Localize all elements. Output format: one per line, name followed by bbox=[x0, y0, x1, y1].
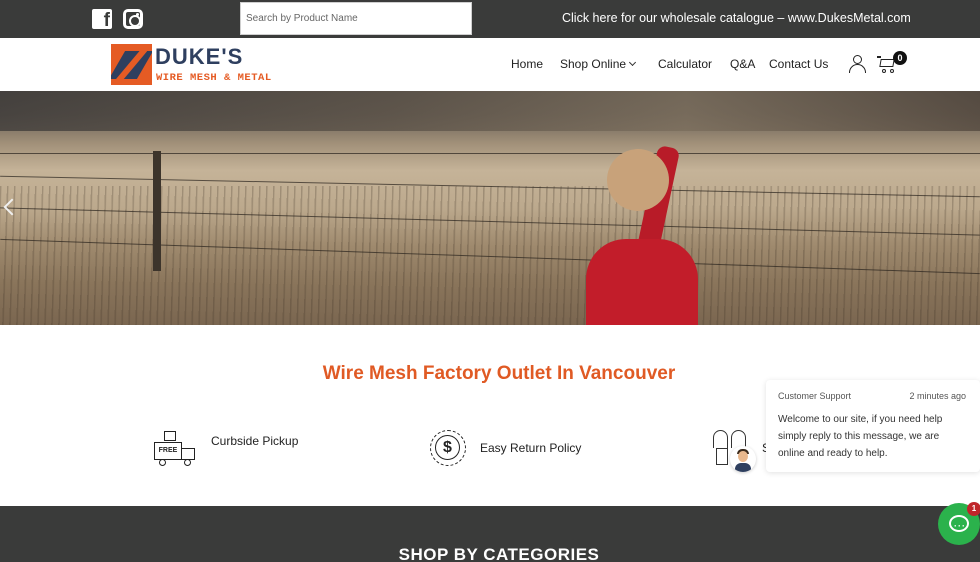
nav-contact-us[interactable]: Contact Us bbox=[769, 57, 828, 71]
hero-child-head bbox=[607, 149, 669, 211]
agent-avatar bbox=[730, 446, 756, 472]
facebook-icon[interactable]: f bbox=[92, 9, 112, 31]
feature-label-curbside: Curbside Pickup bbox=[211, 434, 299, 448]
hero-child bbox=[586, 239, 698, 325]
nav-calculator[interactable]: Calculator bbox=[658, 57, 712, 71]
free-delivery-truck-icon: FREE bbox=[152, 430, 198, 468]
wholesale-catalogue-link[interactable]: Click here for our wholesale catalogue –… bbox=[562, 11, 911, 25]
hero-slider bbox=[0, 91, 980, 325]
nav-shop-online-label: Shop Online bbox=[560, 57, 627, 71]
logo-mark-icon bbox=[111, 44, 152, 85]
account-icon[interactable] bbox=[848, 55, 868, 73]
chat-unread-badge: 1 bbox=[967, 502, 980, 516]
cart-count-badge: 0 bbox=[893, 51, 907, 65]
logo-subtitle: WIRE MESH & METAL bbox=[156, 72, 272, 84]
instagram-icon[interactable] bbox=[123, 9, 143, 29]
fence-post bbox=[153, 151, 161, 271]
chat-message-card[interactable]: Customer Support 2 minutes ago Welcome t… bbox=[766, 380, 980, 472]
site-logo[interactable]: DUKE'S WIRE MESH & METAL bbox=[111, 44, 271, 86]
top-bar: f Click here for our wholesale catalogue… bbox=[0, 0, 980, 38]
site-header: DUKE'S WIRE MESH & METAL Home Shop Onlin… bbox=[0, 38, 980, 91]
chevron-down-icon bbox=[629, 58, 637, 67]
chat-timestamp: 2 minutes ago bbox=[909, 391, 966, 401]
logo-title: DUKE'S bbox=[155, 44, 244, 69]
search-input[interactable] bbox=[240, 2, 472, 35]
dollar-return-icon: $ bbox=[430, 430, 466, 466]
chat-message-text: Welcome to our site, if you need help si… bbox=[778, 414, 943, 459]
hero-hills bbox=[0, 91, 980, 131]
chat-sender: Customer Support bbox=[778, 391, 852, 401]
nav-home[interactable]: Home bbox=[511, 57, 543, 71]
categories-title: SHOP BY CATEGORIES bbox=[398, 545, 600, 562]
nav-shop-online[interactable]: Shop Online bbox=[560, 57, 637, 71]
fence-wire bbox=[0, 153, 980, 154]
nav-qa[interactable]: Q&A bbox=[730, 57, 755, 71]
feature-label-returns: Easy Return Policy bbox=[480, 441, 582, 455]
